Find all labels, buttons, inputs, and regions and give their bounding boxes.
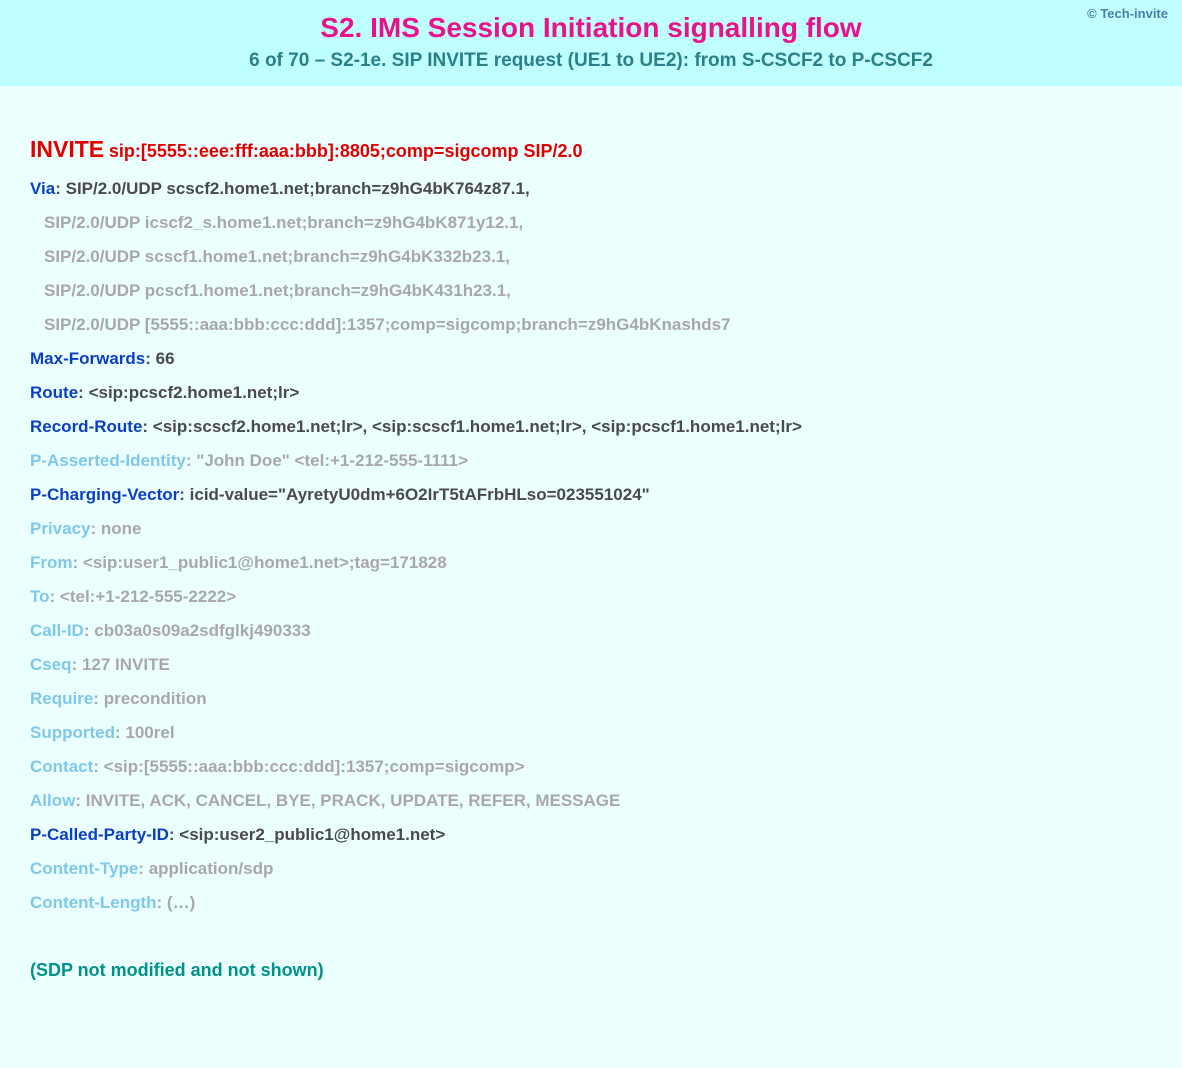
request-line: INVITE sip:[5555::eee:fff:aaa:bbb]:8805;… <box>30 126 1152 172</box>
via-value-2: SIP/2.0/UDP scscf1.home1.net;branch=z9hG… <box>30 240 1152 274</box>
header-line: Content-Length: (…) <box>30 886 1152 920</box>
header-label: From <box>30 553 73 572</box>
header-value: <sip:[5555::aaa:bbb:ccc:ddd]:1357;comp=s… <box>104 757 525 776</box>
page-title: S2. IMS Session Initiation signalling fl… <box>18 12 1164 44</box>
header-label: P-Charging-Vector <box>30 485 179 504</box>
sip-message-content: INVITE sip:[5555::eee:fff:aaa:bbb]:8805;… <box>0 86 1182 1068</box>
header-label: Call-ID <box>30 621 84 640</box>
header-line: Privacy: none <box>30 512 1152 546</box>
header-label: Privacy <box>30 519 91 538</box>
header-label: Max-Forwards <box>30 349 145 368</box>
header-line: P-Charging-Vector: icid-value="AyretyU0d… <box>30 478 1152 512</box>
header-label: Contact <box>30 757 93 776</box>
header-line: Supported: 100rel <box>30 716 1152 750</box>
header-label: Supported <box>30 723 115 742</box>
header-line: Allow: INVITE, ACK, CANCEL, BYE, PRACK, … <box>30 784 1152 818</box>
header-line: Record-Route: <sip:scscf2.home1.net;lr>,… <box>30 410 1152 444</box>
header-line: P-Asserted-Identity: "John Doe" <tel:+1-… <box>30 444 1152 478</box>
header-line: Content-Type: application/sdp <box>30 852 1152 886</box>
via-value-3: SIP/2.0/UDP pcscf1.home1.net;branch=z9hG… <box>30 274 1152 308</box>
via-header-line: Via: SIP/2.0/UDP scscf2.home1.net;branch… <box>30 172 1152 206</box>
header-label: P-Called-Party-ID <box>30 825 169 844</box>
header-value: <sip:user1_public1@home1.net>;tag=171828 <box>83 553 447 572</box>
via-value-4: SIP/2.0/UDP [5555::aaa:bbb:ccc:ddd]:1357… <box>30 308 1152 342</box>
via-value-1: SIP/2.0/UDP icscf2_s.home1.net;branch=z9… <box>30 206 1152 240</box>
header-value: application/sdp <box>149 859 274 878</box>
via-label: Via <box>30 179 55 198</box>
header-value: 66 <box>156 349 175 368</box>
header-line: Cseq: 127 INVITE <box>30 648 1152 682</box>
header-value: 100rel <box>125 723 174 742</box>
header-label: Content-Length <box>30 893 157 912</box>
header-label: Content-Type <box>30 859 138 878</box>
header-line: Call-ID: cb03a0s09a2sdfglkj490333 <box>30 614 1152 648</box>
header-line: From: <sip:user1_public1@home1.net>;tag=… <box>30 546 1152 580</box>
header-value: <tel:+1-212-555-2222> <box>60 587 236 606</box>
header-value: <sip:user2_public1@home1.net> <box>179 825 445 844</box>
header-value: icid-value="AyretyU0dm+6O2IrT5tAFrbHLso=… <box>190 485 650 504</box>
header-line: Route: <sip:pcscf2.home1.net;lr> <box>30 376 1152 410</box>
header-label: P-Asserted-Identity <box>30 451 186 470</box>
header-label: Record-Route <box>30 417 142 436</box>
header-line: Contact: <sip:[5555::aaa:bbb:ccc:ddd]:13… <box>30 750 1152 784</box>
sdp-footnote: (SDP not modified and not shown) <box>30 952 1152 988</box>
header-value: cb03a0s09a2sdfglkj490333 <box>94 621 310 640</box>
page-subtitle: 6 of 70 – S2-1e. SIP INVITE request (UE1… <box>18 50 1164 72</box>
sip-request-uri: sip:[5555::eee:fff:aaa:bbb]:8805;comp=si… <box>109 141 583 161</box>
header-value: precondition <box>104 689 207 708</box>
header-value: (…) <box>167 893 195 912</box>
sip-method: INVITE <box>30 136 104 162</box>
header-value: "John Doe" <tel:+1-212-555-1111> <box>196 451 468 470</box>
header-label: Route <box>30 383 78 402</box>
header-label: Require <box>30 689 93 708</box>
header-label: Allow <box>30 791 75 810</box>
copyright-label: © Tech-invite <box>1087 6 1168 21</box>
banner: © Tech-invite S2. IMS Session Initiation… <box>0 0 1182 86</box>
header-value: 127 INVITE <box>82 655 170 674</box>
header-label: To <box>30 587 50 606</box>
header-label: Cseq <box>30 655 72 674</box>
header-line: To: <tel:+1-212-555-2222> <box>30 580 1152 614</box>
header-value: none <box>101 519 142 538</box>
via-value-0: SIP/2.0/UDP scscf2.home1.net;branch=z9hG… <box>66 179 530 198</box>
header-line: Max-Forwards: 66 <box>30 342 1152 376</box>
header-value: <sip:pcscf2.home1.net;lr> <box>89 383 300 402</box>
header-value: <sip:scscf2.home1.net;lr>, <sip:scscf1.h… <box>153 417 802 436</box>
header-line: P-Called-Party-ID: <sip:user2_public1@ho… <box>30 818 1152 852</box>
header-line: Require: precondition <box>30 682 1152 716</box>
header-value: INVITE, ACK, CANCEL, BYE, PRACK, UPDATE,… <box>86 791 621 810</box>
